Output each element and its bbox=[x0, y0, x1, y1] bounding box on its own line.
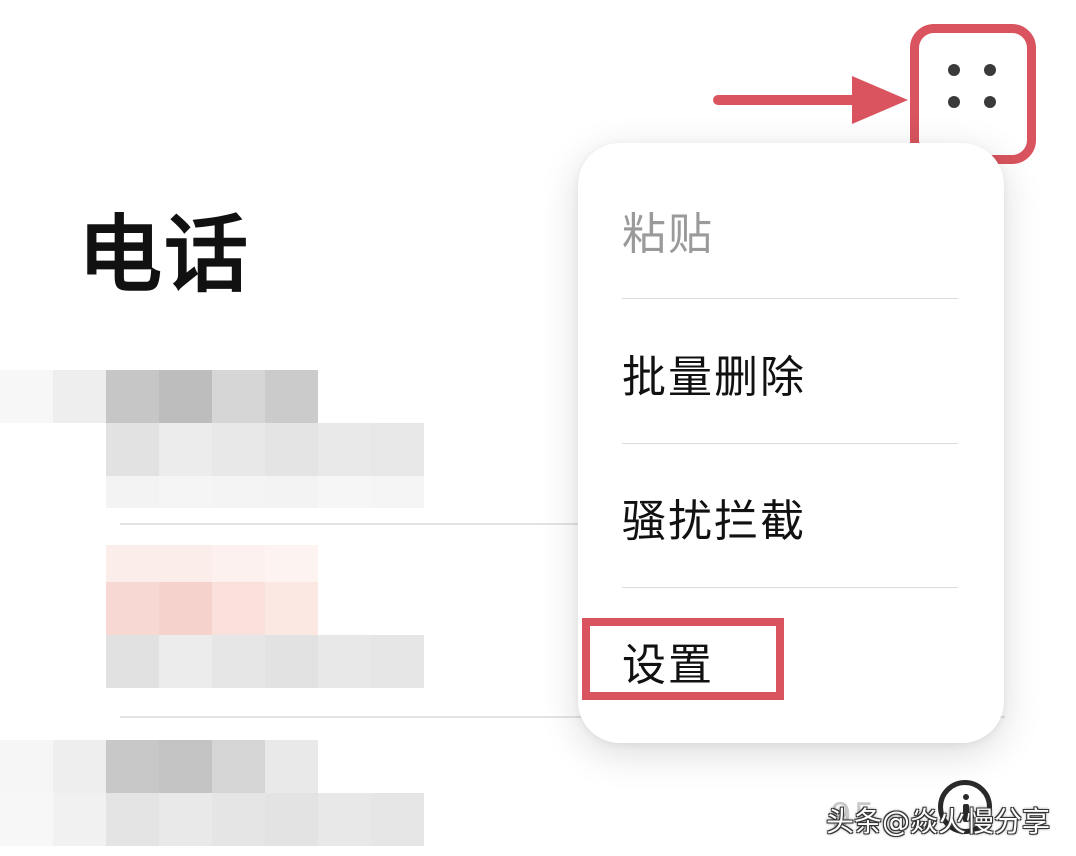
menu-item-harassment-block[interactable]: 骚扰拦截 bbox=[578, 457, 1004, 577]
call-log-row[interactable] bbox=[0, 370, 580, 540]
menu-item-batch-delete[interactable]: 批量删除 bbox=[578, 313, 1004, 433]
menu-item-settings[interactable]: 设置 bbox=[578, 601, 1004, 721]
phone-app-screen: 电话 粘贴 批量删除 骚扰拦截 设置 95 头条@焱火慢分享 bbox=[0, 0, 1076, 856]
four-dots-icon bbox=[944, 60, 1004, 120]
menu-divider bbox=[622, 443, 958, 444]
annotation-arrow-icon bbox=[713, 76, 908, 124]
menu-divider bbox=[622, 587, 958, 588]
menu-divider bbox=[622, 298, 958, 299]
page-title: 电话 bbox=[78, 206, 251, 304]
call-log-row[interactable] bbox=[0, 740, 580, 856]
watermark-text: 头条@焱火慢分享 bbox=[826, 805, 1051, 838]
row-divider bbox=[120, 523, 580, 525]
menu-item-paste[interactable]: 粘贴 bbox=[578, 170, 1004, 290]
more-options-button[interactable] bbox=[916, 30, 1032, 160]
call-log-row[interactable] bbox=[0, 545, 580, 715]
overflow-menu: 粘贴 批量删除 骚扰拦截 设置 bbox=[578, 143, 1004, 743]
